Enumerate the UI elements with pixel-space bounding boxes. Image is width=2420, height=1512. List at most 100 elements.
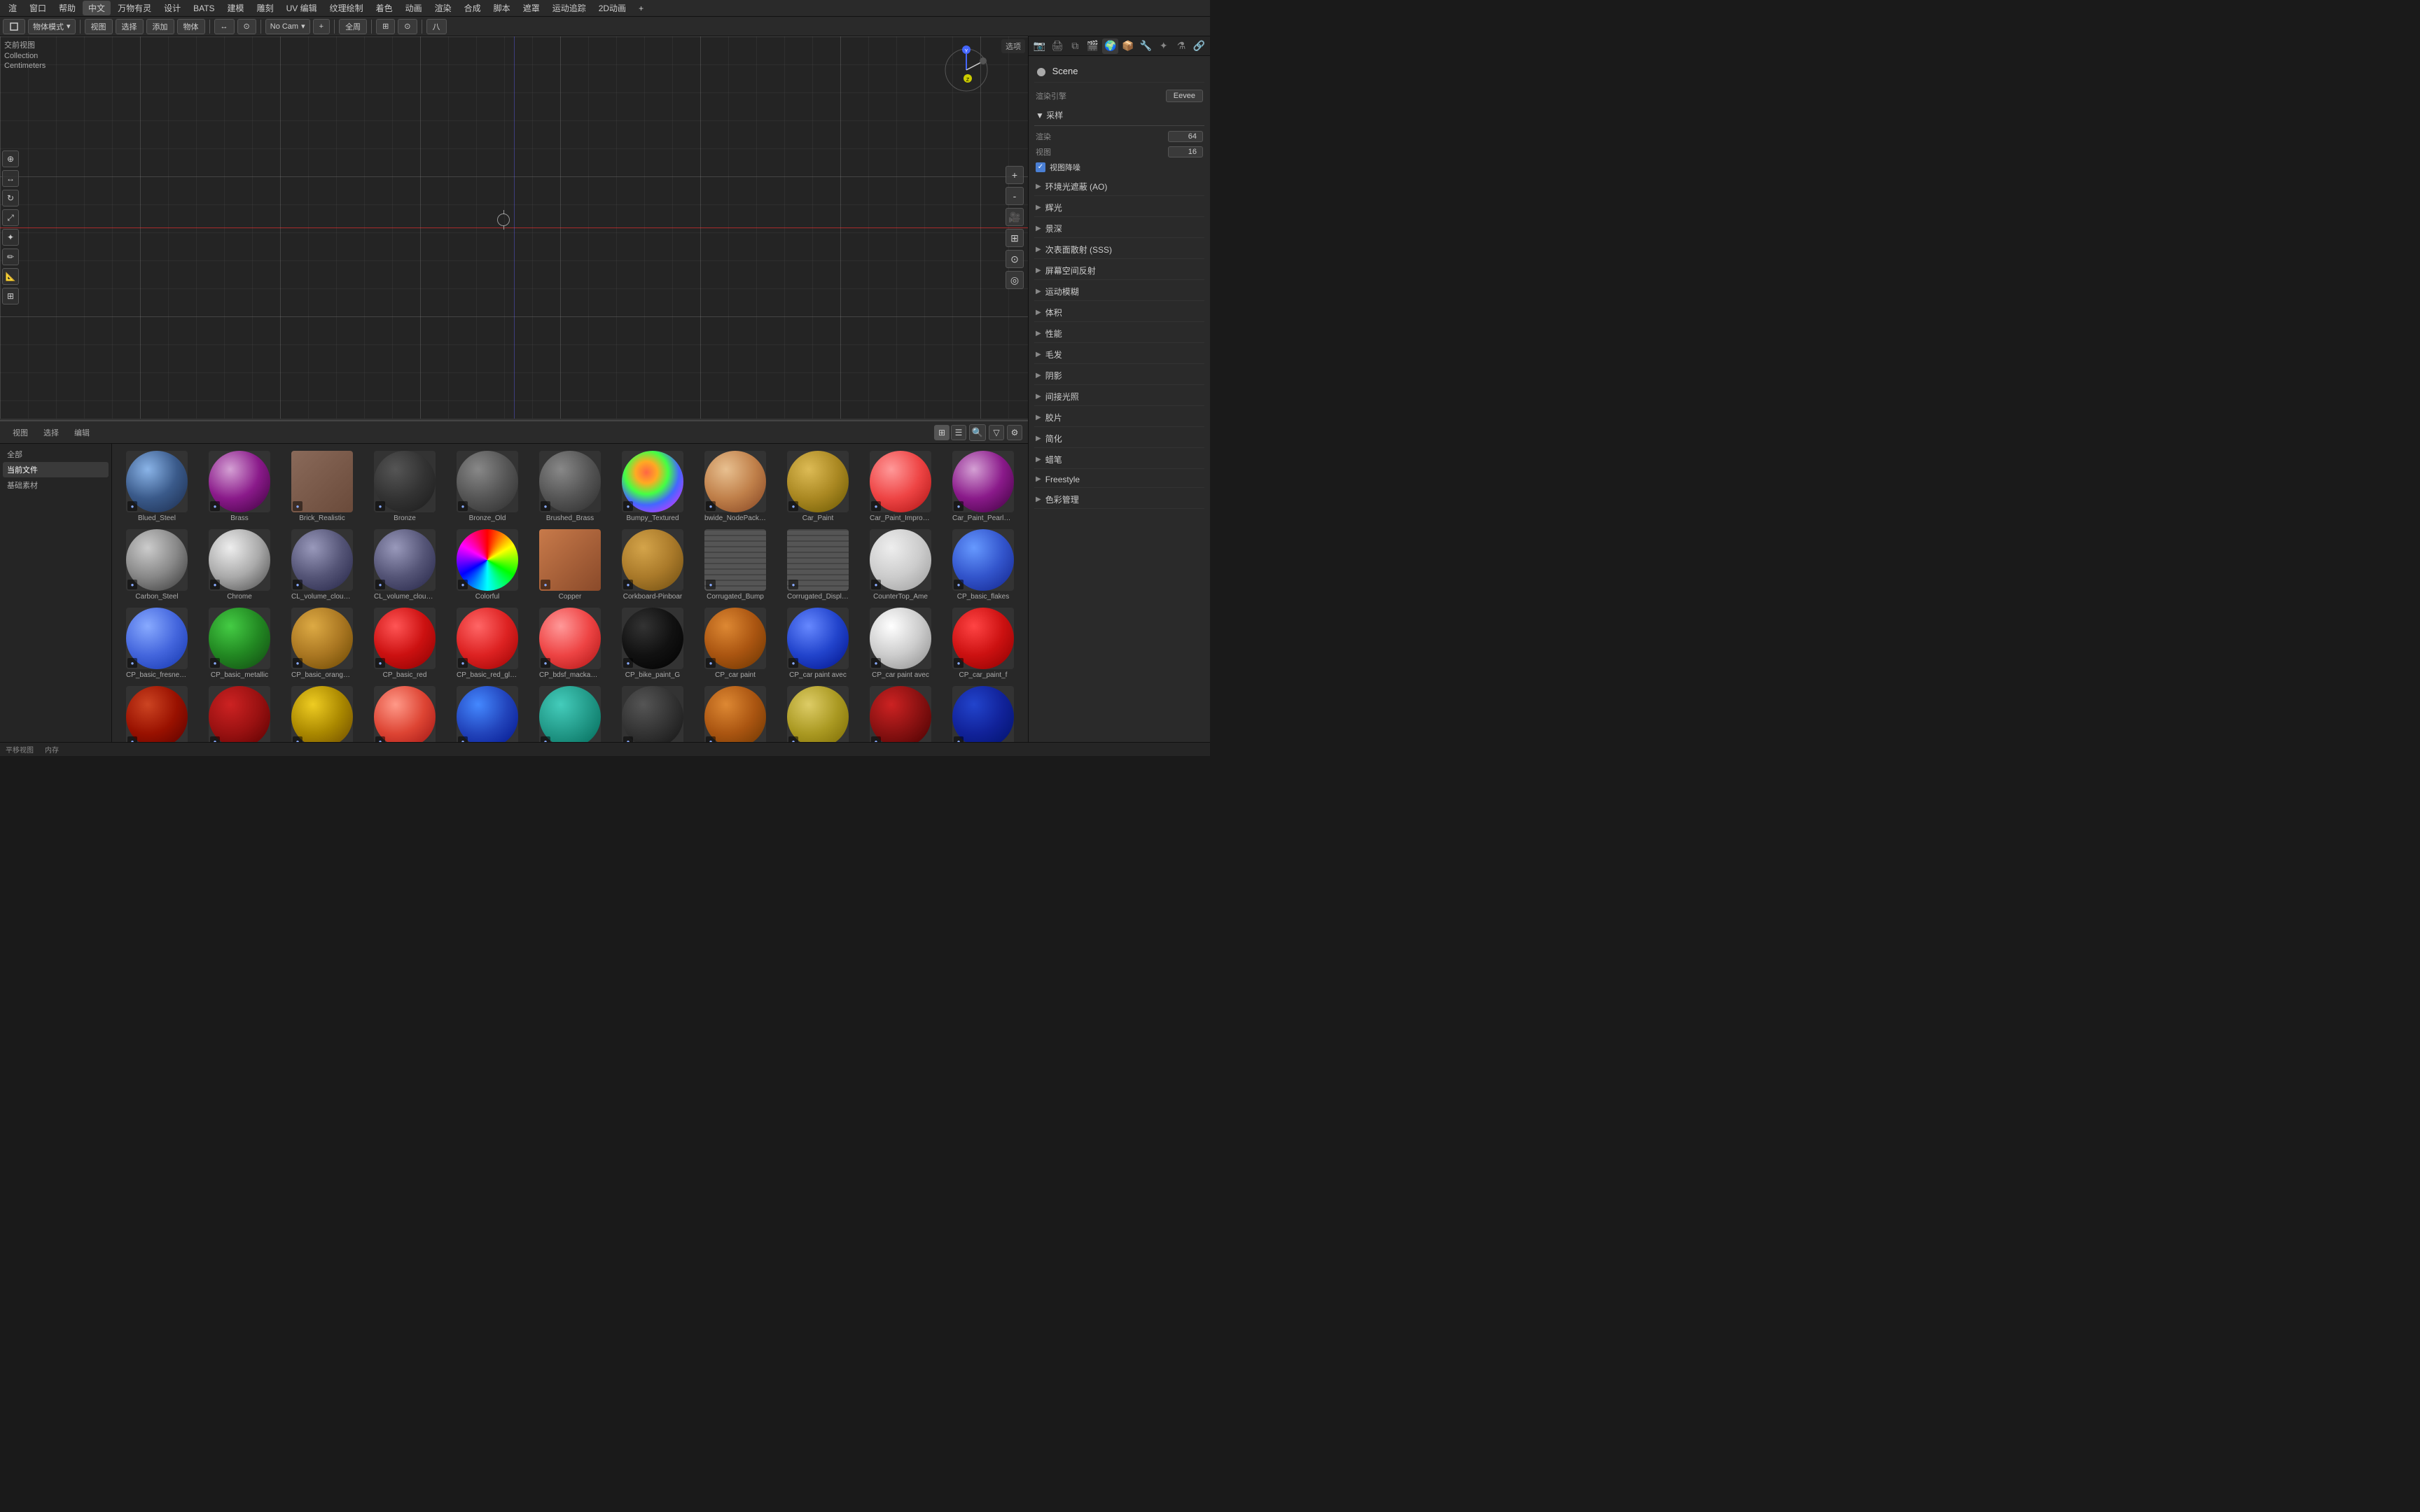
select-menu[interactable]: 选择 (116, 19, 144, 34)
rp-section-header-2[interactable]: ▶景深 (1034, 220, 1204, 238)
asset-item[interactable]: ●Bronze_Old (448, 449, 527, 524)
ab-source-essentials[interactable]: 基础素材 (3, 477, 109, 493)
asset-item[interactable]: ●CL_volume_clouds... (366, 528, 444, 602)
add-cam-btn[interactable]: + (313, 19, 330, 34)
3d-viewport[interactable]: 交前视图 Collection Centimeters 选项 Y (0, 36, 1028, 420)
rp-section-header-11[interactable]: ▶胶片 (1034, 409, 1204, 427)
rp-section-header-7[interactable]: ▶性能 (1034, 325, 1204, 343)
menu-mask[interactable]: 遮罩 (517, 1, 545, 15)
asset-item[interactable]: ●CP_car paint avec (779, 606, 857, 680)
viewport-display[interactable]: ⊞ (1006, 229, 1024, 247)
snapping-menu[interactable]: ⊞ (376, 19, 395, 34)
rp-tab-render[interactable]: 📷 (1031, 38, 1048, 54)
rp-tab-constraints[interactable]: 🔗 (1191, 38, 1207, 54)
menu-everything[interactable]: 万物有灵 (112, 1, 157, 15)
menu-composite[interactable]: 合成 (459, 1, 487, 15)
menu-help[interactable]: 帮助 (53, 1, 81, 15)
rp-tab-modifier[interactable]: 🔧 (1138, 38, 1154, 54)
asset-item[interactable]: ●CP_car paint avec (861, 606, 940, 680)
rp-section-header-12[interactable]: ▶简化 (1034, 430, 1204, 448)
asset-item[interactable]: ●CP_car_paint_f (944, 606, 1022, 680)
transform-tools[interactable]: ↔ (214, 19, 235, 34)
view-all-btn[interactable]: 全周 (339, 19, 367, 34)
scale-tool[interactable]: ⤢ (2, 209, 19, 226)
asset-item[interactable]: ●Car_Paint_Pearles... (944, 449, 1022, 524)
asset-item[interactable]: ●Brass (200, 449, 279, 524)
asset-item[interactable]: ●Chrome (200, 528, 279, 602)
asset-item[interactable]: ●CL_volume_clouds... (283, 528, 361, 602)
rp-section-header-8[interactable]: ▶毛发 (1034, 346, 1204, 364)
asset-item[interactable]: ●CP_basic_orange_... (283, 606, 361, 680)
rp-section-header-0[interactable]: ▶环境光遮蔽 (AO) (1034, 178, 1204, 196)
menu-script[interactable]: 脚本 (488, 1, 516, 15)
add-primitive[interactable]: ⊞ (2, 288, 19, 304)
viewport-zoom-in[interactable]: + (1006, 166, 1024, 184)
rp-viewport-value[interactable]: 16 (1168, 146, 1203, 158)
asset-item[interactable]: ●CP_basic_metallic (200, 606, 279, 680)
viewport-options-btn[interactable]: 选项 (1001, 39, 1025, 53)
rp-tab-scene[interactable]: 🎬 (1085, 38, 1101, 54)
object-menu[interactable]: 物体 (177, 19, 205, 34)
transform-tool[interactable]: ✦ (2, 229, 19, 246)
rp-section-header-9[interactable]: ▶阴影 (1034, 367, 1204, 385)
view-menu[interactable]: 视图 (85, 19, 113, 34)
menu-chinese[interactable]: 中文 (83, 1, 111, 15)
rp-tab-view-layer[interactable]: ⧉ (1067, 38, 1083, 54)
asset-item[interactable]: ●Brushed_Brass (531, 449, 609, 524)
asset-item[interactable]: ●CP_basic_red_glos... (448, 606, 527, 680)
ab-tab-edit[interactable]: 编辑 (67, 425, 97, 440)
annotate-tool[interactable]: ✏ (2, 248, 19, 265)
asset-item[interactable]: ●CP_basic_flakes (944, 528, 1022, 602)
rp-section-header-6[interactable]: ▶体积 (1034, 304, 1204, 322)
rp-section-header-5[interactable]: ▶运动模糊 (1034, 283, 1204, 301)
asset-item[interactable]: ●Carbon_Steel (118, 528, 196, 602)
rp-section-header-3[interactable]: ▶次表面散射 (SSS) (1034, 241, 1204, 259)
asset-item[interactable]: ●Corkboard-Pinboar (613, 528, 692, 602)
ab-tab-select[interactable]: 选择 (36, 425, 66, 440)
asset-item[interactable]: ●Colorful (448, 528, 527, 602)
rp-render-engine-dropdown[interactable]: Eevee (1166, 90, 1203, 102)
ab-settings-btn[interactable]: ⚙ (1007, 425, 1022, 440)
rp-section-header-13[interactable]: ▶蜡笔 (1034, 451, 1204, 469)
viewport-camera[interactable]: 🎥 (1006, 208, 1024, 226)
viewport-zoom-out[interactable]: - (1006, 187, 1024, 205)
ab-source-current[interactable]: 当前文件 (3, 462, 109, 477)
menu-design[interactable]: 设计 (158, 1, 186, 15)
asset-item[interactable]: ●CP_car paint (696, 606, 774, 680)
rp-section-header-4[interactable]: ▶屏幕空间反射 (1034, 262, 1204, 280)
asset-item[interactable]: ●Corrugated_Bump (696, 528, 774, 602)
asset-item[interactable]: ●bwide_NodePack_... (696, 449, 774, 524)
menu-animation[interactable]: 动画 (400, 1, 428, 15)
menu-texture[interactable]: 纹理绘制 (324, 1, 369, 15)
asset-item[interactable]: ●Car_Paint (779, 449, 857, 524)
measure-tool[interactable]: 📐 (2, 268, 19, 285)
asset-item[interactable]: ●Copper (531, 528, 609, 602)
ab-list-view-btn[interactable]: ☰ (951, 425, 966, 440)
asset-item[interactable]: ●Bronze (366, 449, 444, 524)
cam-selector[interactable]: No Cam ▾ (265, 19, 310, 34)
viewport-xray[interactable]: ◎ (1006, 271, 1024, 289)
cursor-tool[interactable]: ⊕ (2, 150, 19, 167)
ab-grid-view-btn[interactable]: ⊞ (934, 425, 950, 440)
rp-render-value[interactable]: 64 (1168, 131, 1203, 142)
proportional-menu[interactable]: ⊙ (398, 19, 417, 34)
asset-item[interactable]: ●CP_bike_paint_G (613, 606, 692, 680)
rp-tab-particles[interactable]: ✦ (1155, 38, 1171, 54)
menu-model[interactable]: 建模 (222, 1, 250, 15)
mode-selector[interactable]: 物体模式 ▾ (28, 19, 76, 34)
asset-item[interactable]: ●Bumpy_Textured (613, 449, 692, 524)
menu-window[interactable]: 窗口 (24, 1, 52, 15)
asset-item[interactable]: ●Blued_Steel (118, 449, 196, 524)
asset-item[interactable]: ●CP_bdsf_mackano... (531, 606, 609, 680)
asset-item[interactable]: ●CP_basic_fresnel_... (118, 606, 196, 680)
proportional-edit[interactable]: ⊙ (237, 19, 256, 34)
menu-2d-anim[interactable]: 2D动画 (593, 1, 632, 15)
rp-tab-world[interactable]: 🌍 (1102, 38, 1118, 54)
rp-tab-physics[interactable]: ⚗ (1173, 38, 1189, 54)
layer-btn[interactable]: 八 (426, 19, 447, 34)
menu-render[interactable]: 渲 (3, 1, 22, 15)
asset-item[interactable]: ●Car_Paint_Improv... (861, 449, 940, 524)
ab-search-btn[interactable]: 🔍 (969, 424, 986, 441)
add-menu[interactable]: 添加 (146, 19, 174, 34)
ab-source-all[interactable]: 全部 (3, 447, 109, 462)
